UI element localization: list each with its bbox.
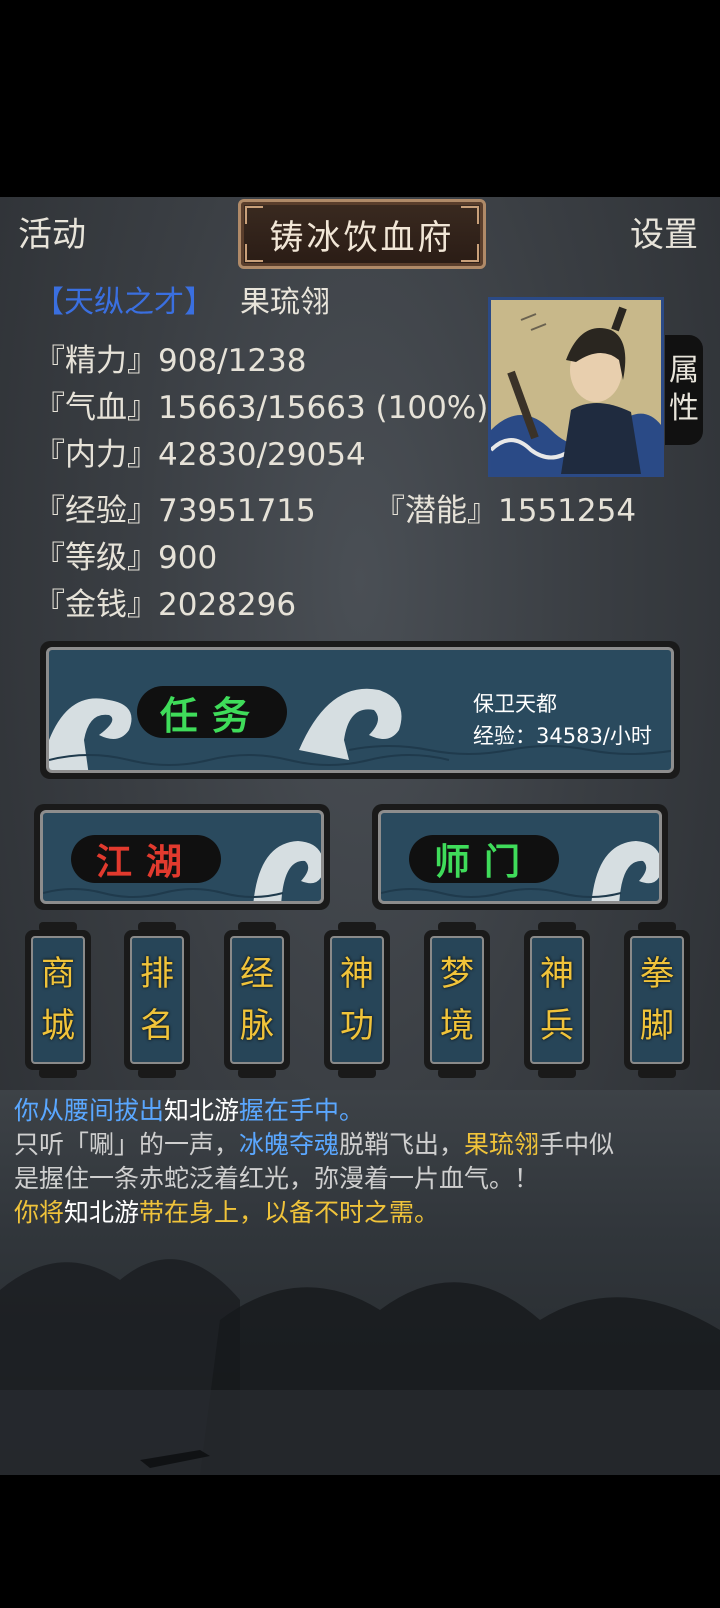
location-title-plaque: 铸冰饮血府 — [238, 199, 486, 269]
tablet-divine-skill[interactable]: 神功 — [324, 922, 390, 1078]
tablet-dreamland-top: 梦 — [440, 954, 474, 994]
log-line-4: 你将知北游带在身上，以备不时之需。 — [14, 1198, 440, 1227]
tablet-dreamland[interactable]: 梦境 — [424, 922, 490, 1078]
tablet-divine-weapon-bottom: 兵 — [540, 1006, 574, 1046]
attributes-tab-line2: 性 — [669, 391, 699, 426]
task-info: 保卫天都 经验：34583/小时 — [473, 688, 652, 752]
character-portrait[interactable] — [488, 297, 664, 477]
tablet-meridians-top: 经 — [240, 954, 274, 994]
attributes-tab-line1: 属 — [669, 353, 699, 388]
tablet-shop[interactable]: 商城 — [25, 922, 91, 1078]
message-log[interactable]: 你从腰间拔出知北游握在手中。 只听「唰」的一声，冰魄夺魂脱鞘飞出，果琉翎手中似 … — [0, 1090, 720, 1475]
tablet-dreamland-bottom: 境 — [440, 1006, 474, 1046]
stat-money: 『金钱』2028296 — [34, 587, 297, 623]
location-title: 铸冰饮血府 — [269, 217, 455, 258]
game-screen: 活动 铸冰饮血府 设置 【天纵之才】 果琉翎 『精力』908/1238 『气血』1… — [0, 197, 720, 1475]
tablet-ranking-bottom: 名 — [140, 1006, 174, 1046]
tablet-shop-top: 商 — [41, 954, 75, 994]
tablet-meridians[interactable]: 经脉 — [224, 922, 290, 1078]
log-line-2: 只听「唰」的一声，冰魄夺魂脱鞘飞出，果琉翎手中似 — [14, 1130, 615, 1159]
stat-experience: 『经验』73951715 — [34, 493, 316, 529]
task-info-title: 保卫天都 — [473, 692, 557, 716]
tablet-divine-weapon-top: 神 — [540, 954, 574, 994]
task-panel[interactable]: 任务 保卫天都 经验：34583/小时 — [40, 641, 680, 779]
log-line-1: 你从腰间拔出知北游握在手中。 — [14, 1096, 365, 1125]
tablet-divine-weapon[interactable]: 神兵 — [524, 922, 590, 1078]
tablet-meridians-bottom: 脉 — [240, 1006, 274, 1046]
portrait-illustration — [491, 300, 661, 474]
attributes-tab[interactable]: 属 性 — [665, 335, 703, 445]
tablet-divine-skill-bottom: 功 — [340, 1006, 374, 1046]
task-info-exp: 经验：34583/小时 — [473, 724, 652, 748]
tablet-divine-skill-top: 神 — [340, 954, 374, 994]
log-line-3: 是握住一条赤蛇泛着红光，弥漫着一片血气。！ — [14, 1164, 540, 1193]
player-name-row: 【天纵之才】 果琉翎 — [34, 277, 330, 321]
stat-health: 『气血』15663/15663 (100%) — [34, 390, 489, 426]
tablet-ranking[interactable]: 排名 — [124, 922, 190, 1078]
stat-potential: 『潜能』1551254 — [374, 493, 637, 529]
jianghu-panel[interactable]: 江湖 — [34, 804, 330, 910]
task-button[interactable]: 任务 — [137, 686, 287, 738]
stat-inner-power: 『内力』42830/29054 — [34, 437, 366, 473]
jianghu-button[interactable]: 江湖 — [71, 835, 221, 883]
tablet-shop-bottom: 城 — [41, 1006, 75, 1046]
shimen-button[interactable]: 师门 — [409, 835, 559, 883]
stat-level: 『等级』900 — [34, 540, 218, 576]
player-rank: 【天纵之才】 — [34, 285, 214, 320]
tablet-fist-kick[interactable]: 拳脚 — [624, 922, 690, 1078]
tablet-fist-kick-bottom: 脚 — [640, 1006, 674, 1046]
settings-button[interactable]: 设置 — [630, 207, 698, 256]
activity-button[interactable]: 活动 — [18, 207, 86, 256]
stat-energy: 『精力』908/1238 — [34, 343, 307, 379]
shimen-panel[interactable]: 师门 — [372, 804, 668, 910]
tablet-fist-kick-top: 拳 — [640, 954, 674, 994]
player-name: 果琉翎 — [240, 285, 330, 320]
tablet-ranking-top: 排 — [140, 954, 174, 994]
